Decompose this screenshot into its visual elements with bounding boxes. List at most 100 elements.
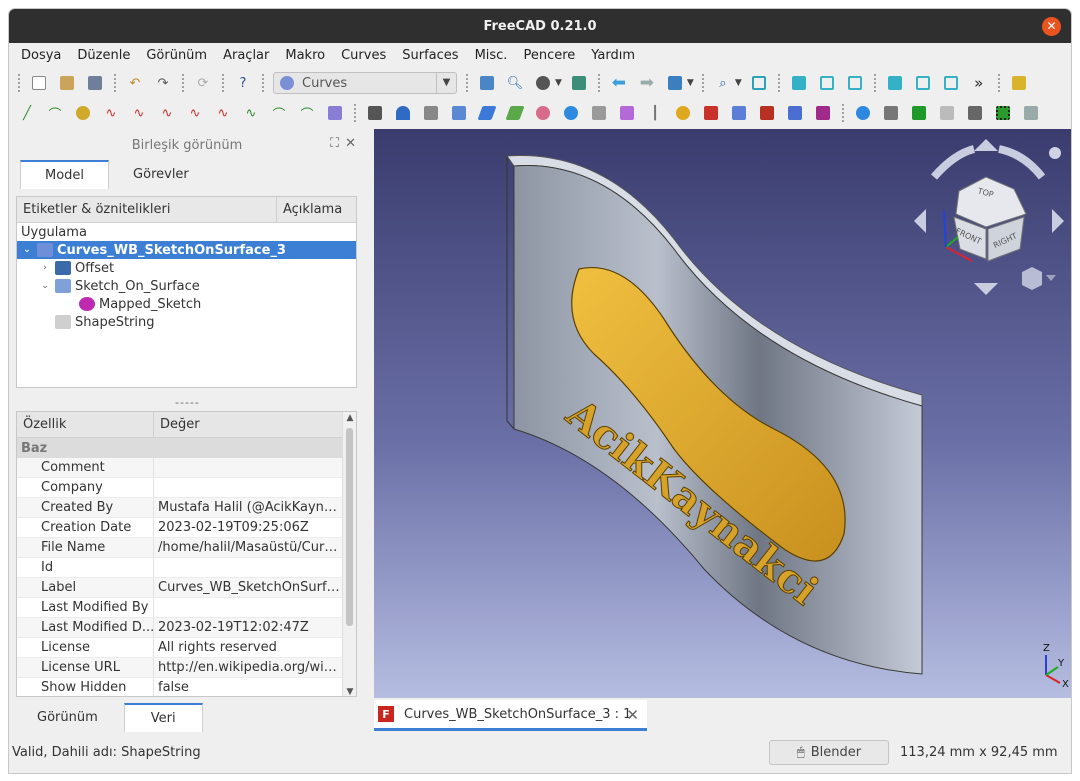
close-window-button[interactable]: ✕ [1042,17,1061,36]
scroll-down-icon[interactable]: ▼ [343,687,356,696]
blue-curve-icon[interactable] [476,102,498,124]
collapse-arrow-icon[interactable]: ⌄ [39,281,51,291]
property-row[interactable]: Last Modified D... 2023-02-19T12:02:47Z [17,618,356,638]
workbench-selector[interactable]: Curves ▼ [273,72,457,94]
blue-pipe-icon[interactable] [560,102,582,124]
surface-patch-icon[interactable] [420,102,442,124]
grey-box-icon[interactable] [880,102,902,124]
prop-group-baz[interactable]: Baz [17,438,356,458]
chevron-down-icon[interactable]: ▼ [555,78,562,88]
whats-this-icon[interactable]: ? [232,72,254,94]
curve-tool-6-icon[interactable]: ∿ [240,102,262,124]
tab-gorevler[interactable]: Görevler [109,160,213,189]
property-scrollbar[interactable]: ▲ ▼ [342,412,356,696]
sphere-icon[interactable] [672,102,694,124]
toolbar-grip[interactable] [353,103,357,123]
pipe-icon[interactable] [532,102,554,124]
grid-icon[interactable] [992,102,1014,124]
save-icon[interactable] [84,72,106,94]
3d-viewport[interactable]: AcikKaynakci TOP FRONT RIGHT Z Y X [374,129,1071,698]
tree-item-document[interactable]: ⌄ Curves_WB_SketchOnSurface_3 [17,241,356,259]
expand-arrow-icon[interactable]: › [39,263,51,273]
bounding-box-icon[interactable] [568,72,590,94]
curve-tool-8-icon[interactable]: ⌒ [296,102,318,124]
purple-surface-icon[interactable] [616,102,638,124]
property-row[interactable]: Id [17,558,356,578]
curve-tool-1-icon[interactable]: ∿ [100,102,122,124]
document-tab[interactable]: F Curves_WB_SketchOnSurface_3 : 1 ✕ [374,700,647,731]
property-row[interactable]: License All rights reserved [17,638,356,658]
property-row[interactable]: Show Hidden false [17,678,356,696]
toolbar-grip[interactable] [221,73,225,93]
cube-surface-icon[interactable] [448,102,470,124]
bottom-view-icon[interactable] [912,72,934,94]
navigation-cube[interactable]: TOP FRONT RIGHT [914,139,1064,295]
fit-selection-icon[interactable]: 🔍︎ [504,72,526,94]
tab-gorunum[interactable]: Görünüm [11,703,124,732]
collapse-arrow-icon[interactable]: ⌄ [21,245,33,255]
redo-icon[interactable]: ↷ [152,72,174,94]
property-row[interactable]: File Name/home/halil/Masaüstü/Curve... [17,538,356,558]
scrollbar-thumb[interactable] [346,428,353,626]
property-value[interactable]: Mustafa Halil (@AcikKaynak... [154,500,342,515]
property-value[interactable]: 2023-02-19T09:25:06Z [154,520,342,535]
property-value[interactable]: /home/halil/Masaüstü/Curve... [154,540,342,555]
red-blue-icon[interactable] [700,102,722,124]
menu-surfaces[interactable]: Surfaces [394,48,466,63]
property-row[interactable]: Comment [17,458,356,478]
right-view-icon[interactable] [844,72,866,94]
top-view-icon[interactable] [816,72,838,94]
zoom-icon[interactable]: ⌕ [712,72,734,94]
blue-sheet-icon[interactable] [728,102,750,124]
toolbar-grip[interactable] [17,73,21,93]
curve-tool-7-icon[interactable]: ⌒ [268,102,290,124]
menu-makro[interactable]: Makro [277,48,333,63]
curve-on-surface-icon[interactable] [812,102,834,124]
refresh-icon[interactable]: ⟳ [192,72,214,94]
panel-splitter[interactable]: ----- [175,396,200,409]
menu-duzenle[interactable]: Düzenle [69,48,138,63]
green-curve-icon[interactable] [504,102,526,124]
3d-scene[interactable]: AcikKaynakci TOP FRONT RIGHT Z Y X [374,129,1071,698]
property-row[interactable]: Label Curves_WB_SketchOnSurfa... [17,578,356,598]
blend-curve-icon[interactable] [72,102,94,124]
property-row[interactable]: Company [17,478,356,498]
script-icon[interactable] [936,102,958,124]
std-views-icon[interactable] [664,72,686,94]
toolbar-grip[interactable] [113,73,117,93]
toolbar-overflow-button[interactable]: » [968,72,990,94]
surface-tool-icon[interactable] [324,102,346,124]
float-panel-icon[interactable]: ⛶ [330,136,339,151]
property-row[interactable]: License URL http://en.wikipedia.org/wiki/… [17,658,356,678]
vertical-bar-icon[interactable]: ┃ [644,102,666,124]
menu-pencere[interactable]: Pencere [515,48,583,63]
shaded-box-icon[interactable] [964,102,986,124]
forward-arrow-icon[interactable]: ➡ [636,72,658,94]
sweep-icon[interactable] [392,102,414,124]
close-panel-icon[interactable]: ✕ [345,136,356,151]
extra-tool-icon[interactable] [1020,102,1042,124]
toolbar-grip[interactable] [596,73,601,93]
chevron-down-icon[interactable]: ▼ [735,78,742,88]
toolbar-grip[interactable] [700,73,705,93]
prop-col-name[interactable]: Özellik [17,412,154,437]
toolbar-grip[interactable] [261,73,265,93]
tree-item-sketch-on-surface[interactable]: ⌄ Sketch_On_Surface [17,277,356,295]
new-document-icon[interactable] [28,72,50,94]
arc-tool-icon[interactable]: ⌒ [44,102,66,124]
tab-model[interactable]: Model [20,160,110,189]
green-box-icon[interactable] [908,102,930,124]
menu-dosya[interactable]: Dosya [13,48,69,63]
property-row[interactable]: Creation Date 2023-02-19T09:25:06Z [17,518,356,538]
open-folder-icon[interactable] [56,72,78,94]
toolbar-grip[interactable] [872,73,877,93]
left-view-icon[interactable] [940,72,962,94]
chevron-down-icon[interactable]: ▼ [687,78,694,88]
menu-yardim[interactable]: Yardım [583,48,643,63]
property-value[interactable]: Curves_WB_SketchOnSurfa... [154,580,342,595]
menu-curves[interactable]: Curves [333,48,394,63]
isometric-view-icon[interactable] [748,72,770,94]
back-arrow-icon[interactable]: ⬅ [608,72,630,94]
part-icon[interactable] [1008,72,1030,94]
red-green-icon[interactable] [756,102,778,124]
